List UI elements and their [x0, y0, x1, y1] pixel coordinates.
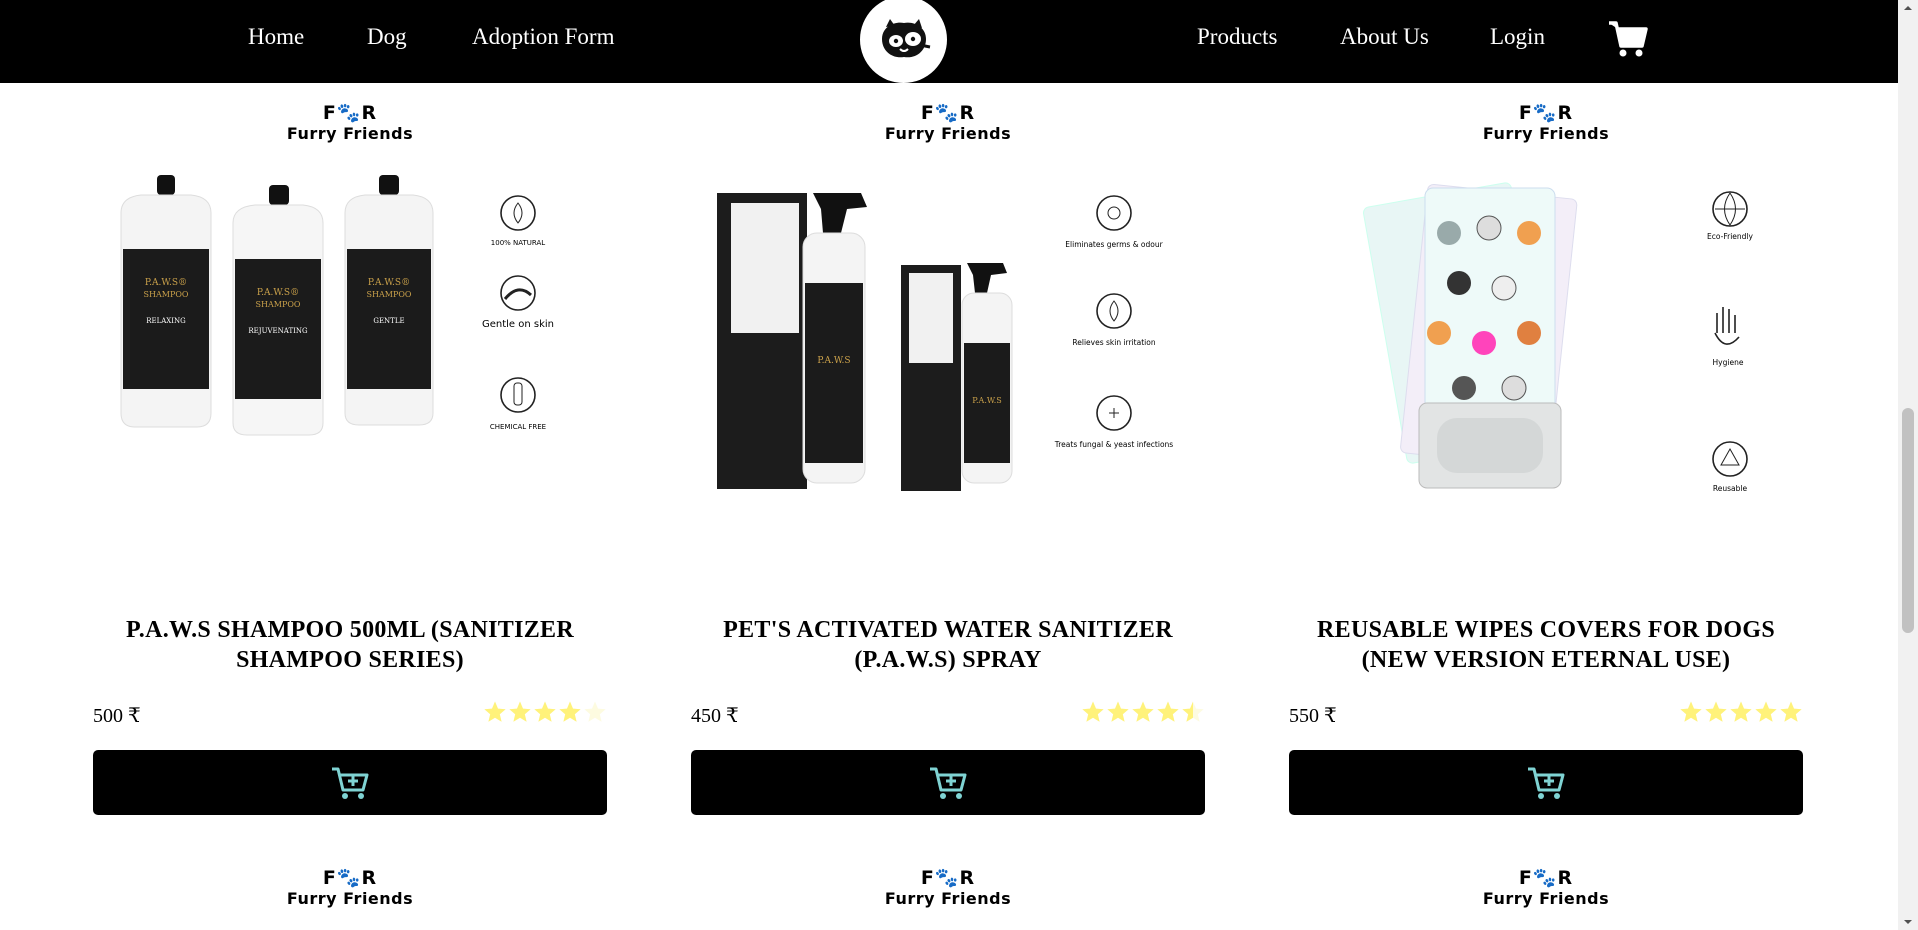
product-image-spray[interactable]: P.A.W.S P.A.W.S Eliminates germs & odour…: [691, 173, 1205, 513]
bottle-sub-text: SHAMPOO: [256, 300, 301, 309]
feature-label: CHEMICAL FREE: [490, 423, 546, 431]
add-to-cart-icon: [1528, 767, 1565, 799]
star-icon: [1780, 701, 1802, 722]
product-image-wipes-covers[interactable]: Eco-Friendly Hygiene Reusable: [1289, 173, 1803, 513]
product-image-shampoo[interactable]: P.A.W.S® SHAMPOO RELAXING P.A.W.S® SHAMP…: [93, 173, 607, 513]
feature-label: Reusable: [1713, 484, 1748, 493]
brand-logo-line2: Furry Friends: [884, 124, 1012, 143]
scroll-down-arrow-icon[interactable]: [1902, 917, 1914, 927]
bottle-brand-text: P.A.W.S®: [145, 278, 187, 288]
brand-logo-line2: Furry Friends: [1482, 124, 1610, 143]
star-rating: [1679, 700, 1803, 724]
brand-logo: F🐾R Furry Friends: [93, 104, 607, 142]
star-icon: [1107, 701, 1129, 722]
add-to-cart-button[interactable]: [691, 750, 1205, 815]
add-to-cart-icon: [332, 767, 369, 799]
star-icon: [1182, 701, 1204, 722]
scroll-up-arrow-icon[interactable]: [1902, 3, 1914, 13]
site-logo[interactable]: [860, 0, 947, 83]
star-rating: [1081, 700, 1205, 724]
feature-label: Hygiene: [1713, 358, 1744, 367]
product-price: 450 ₹: [691, 705, 739, 727]
nav-link-products[interactable]: Products: [1197, 24, 1278, 50]
feature-label: Gentle on skin: [482, 319, 554, 330]
product-price: 500 ₹: [93, 705, 141, 727]
bottle-sub-text: SHAMPOO: [144, 290, 189, 299]
product-price: 550 ₹: [1289, 705, 1337, 727]
star-icon: [1157, 701, 1179, 722]
feature-label: Eliminates germs & odour: [1065, 240, 1163, 249]
brand-logo: F🐾R Furry Friends: [1289, 104, 1803, 142]
bottle-sub-text: SHAMPOO: [367, 290, 412, 299]
product-title[interactable]: P.A.W.S SHAMPOO 500ML (SANITIZER SHAMPOO…: [103, 615, 597, 675]
brand-logo-line1: F🐾R: [322, 867, 378, 889]
nav-link-home[interactable]: Home: [248, 24, 304, 50]
star-icon: [1705, 701, 1727, 722]
brand-logo-line2: Furry Friends: [1482, 889, 1610, 908]
brand-logo: F🐾R Furry Friends: [691, 869, 1205, 907]
brand-logo-line2: Furry Friends: [286, 889, 414, 908]
nav-link-dog[interactable]: Dog: [367, 24, 407, 50]
nav-link-login[interactable]: Login: [1490, 24, 1545, 50]
star-icon: [1132, 701, 1154, 722]
feature-label: Eco-Friendly: [1707, 232, 1753, 241]
star-icon: [559, 701, 581, 722]
feature-label: 100% NATURAL: [491, 239, 545, 247]
add-to-cart-button[interactable]: [93, 750, 607, 815]
star-icon: [1755, 701, 1777, 722]
nav-link-about-us[interactable]: About Us: [1340, 24, 1429, 50]
leaf-icon: [500, 195, 536, 231]
add-to-cart-icon: [930, 767, 967, 799]
brand-logo-line2: Furry Friends: [286, 124, 414, 143]
brand-logo: F🐾R Furry Friends: [93, 869, 607, 907]
brand-logo-line1: F🐾R: [920, 102, 976, 124]
brand-logo-line1: F🐾R: [1518, 867, 1574, 889]
brand-logo-line1: F🐾R: [1518, 102, 1574, 124]
star-icon: [1680, 701, 1702, 722]
star-rating: [483, 700, 607, 724]
feature-label: Treats fungal & yeast infections: [1054, 440, 1174, 449]
star-icon: [534, 701, 556, 722]
scrollbar-thumb[interactable]: [1902, 408, 1914, 633]
product-card: F🐾R Furry Friends P.A.W.S P.A.W.S Elimin…: [691, 83, 1205, 843]
bottle-brand-text: P.A.W.S: [972, 396, 1001, 405]
brand-logo-line1: F🐾R: [920, 867, 976, 889]
brand-logo-line1: F🐾R: [322, 102, 378, 124]
brand-logo: F🐾R Furry Friends: [691, 104, 1205, 142]
product-card: F🐾R Furry Friends P.A.W.S® SHAMPOO RELAX…: [93, 83, 607, 843]
cat-dog-logo-icon: [881, 18, 930, 57]
germ-icon: [1096, 195, 1132, 231]
product-title[interactable]: PET'S ACTIVATED WATER SANITIZER (P.A.W.S…: [701, 615, 1195, 675]
bottle-label-text: GENTLE: [373, 317, 404, 325]
star-icon: [484, 701, 506, 722]
add-to-cart-button[interactable]: [1289, 750, 1803, 815]
product-title[interactable]: REUSABLE WIPES COVERS FOR DOGS (NEW VERS…: [1299, 615, 1793, 675]
star-icon: [1730, 701, 1752, 722]
cart-icon[interactable]: [1608, 20, 1648, 58]
bottle-label-text: RELAXING: [146, 317, 186, 325]
bottle-label-text: REJUVENATING: [248, 327, 308, 335]
bottle-brand-text: P.A.W.S®: [257, 288, 299, 298]
recycle-icon: [1712, 441, 1748, 477]
feature-label: Relieves skin irritation: [1072, 338, 1155, 347]
star-icon: [584, 701, 606, 722]
nav-link-adoption-form[interactable]: Adoption Form: [472, 24, 614, 50]
brand-logo-line2: Furry Friends: [884, 889, 1012, 908]
star-icon: [1082, 701, 1104, 722]
bottle-brand-text: P.A.W.S: [817, 356, 850, 366]
vertical-scrollbar[interactable]: [1898, 0, 1918, 930]
hand-icon: [1714, 307, 1740, 345]
product-card: F🐾R Furry Friends Eco-Friendly Hygiene R…: [1289, 83, 1803, 843]
brand-logo: F🐾R Furry Friends: [1289, 869, 1803, 907]
top-navbar: Home Dog Adoption Form Products About Us…: [0, 0, 1898, 83]
bottle-brand-text: P.A.W.S®: [368, 278, 410, 288]
star-icon: [509, 701, 531, 722]
leaf-icon: [1096, 293, 1132, 329]
